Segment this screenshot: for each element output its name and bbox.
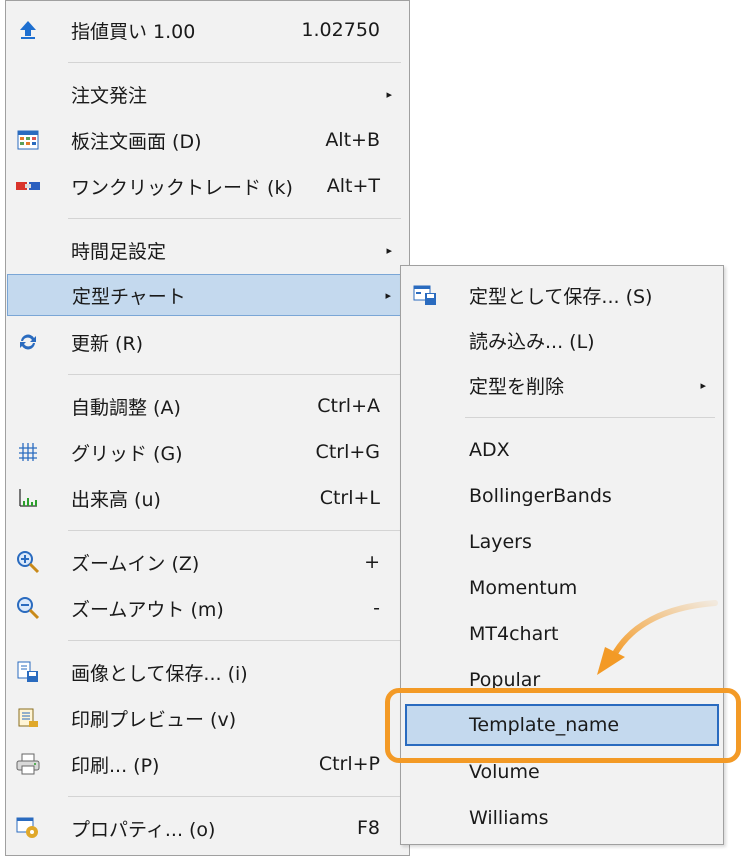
menu-item-shortcut: Ctrl+A [317,395,380,417]
submenu-item-label: Williams [469,807,549,829]
menu-item-shortcut: Ctrl+G [315,441,380,463]
submenu-item-save-template[interactable]: 定型として保存... (S) [402,274,722,316]
menu-item-save-as-picture[interactable]: 画像として保存... (i) [7,651,408,693]
menu-item-shortcut: Alt+B [325,129,380,151]
menu-item-print-preview[interactable]: 印刷プレビュー (v) [7,697,408,739]
menu-item-label: ズームアウト (m) [71,598,224,621]
menu-separator [68,530,401,531]
menu-item-label: 指値買い 1.00 [71,20,196,43]
menu-item-label: プロパティ... (o) [71,818,216,841]
submenu-item-label: 定型として保存... (S) [469,285,653,308]
save-template-icon [412,283,438,307]
callout-arrow-icon [597,600,718,675]
menu-item-shortcut: Alt+T [326,175,380,197]
order-board-icon [15,128,41,152]
submenu-arrow-icon: ▸ [386,87,392,101]
menu-item-label: 定型チャート [72,285,186,308]
menu-item-print[interactable]: 印刷... (P) Ctrl+P [7,743,408,785]
menu-item-label: 画像として保存... (i) [71,662,248,685]
menu-item-shortcut: 1.02750 [301,19,380,41]
menu-item-label: 更新 (R) [71,332,144,355]
submenu-arrow-icon: ▸ [386,243,392,257]
menu-item-one-click-trade[interactable]: ワンクリックトレード (k) Alt+T [7,165,408,207]
zoom-out-icon [15,596,41,620]
menu-item-grid[interactable]: グリッド (G) Ctrl+G [7,431,408,473]
menu-item-order-board[interactable]: 板注文画面 (D) Alt+B [7,119,408,161]
submenu-item-load-template[interactable]: 読み込み... (L) [402,319,722,361]
submenu-item-label: Layers [469,531,532,553]
menu-item-zoom-out[interactable]: ズームアウト (m) - [7,587,408,629]
menu-item-buy-limit[interactable]: 指値買い 1.00 1.02750 [7,9,408,51]
chart-context-menu: 指値買い 1.00 1.02750 注文発注 ▸ 板注文画面 (D) Alt+B… [5,0,410,856]
submenu-item-layers[interactable]: Layers [402,521,722,563]
menu-separator [68,374,401,375]
menu-item-refresh[interactable]: 更新 (R) [7,321,408,363]
menu-item-shortcut: F8 [356,817,380,839]
submenu-arrow-icon: ▸ [385,288,391,302]
menu-separator [68,640,401,641]
menu-item-label: 時間足設定 [71,240,167,263]
submenu-item-remove-template[interactable]: 定型を削除 ▸ [402,364,722,406]
menu-item-label: 自動調整 (A) [71,396,181,419]
menu-item-zoom-in[interactable]: ズームイン (Z) + [7,541,408,583]
arrow-up-icon [15,18,41,42]
properties-icon [15,816,41,840]
menu-item-label: ズームイン (Z) [71,552,200,575]
menu-separator [68,218,401,219]
print-icon [15,752,41,776]
menu-item-new-order[interactable]: 注文発注 ▸ [7,73,408,115]
submenu-item-label: Volume [469,761,540,783]
menu-item-label: 印刷プレビュー (v) [71,708,237,731]
one-click-trade-icon [15,174,41,198]
menu-item-label: グリッド (G) [71,442,183,465]
submenu-item-label: ADX [469,439,510,461]
submenu-item-label: 定型を削除 [469,375,565,398]
menu-item-shortcut: + [364,551,380,573]
menu-separator [68,796,401,797]
menu-item-shortcut: - [373,597,380,619]
save-image-icon [15,660,41,684]
volume-icon [15,486,41,510]
submenu-item-label: MT4chart [469,623,559,645]
submenu-item-label: 読み込み... (L) [469,330,595,353]
menu-item-label: 印刷... (P) [71,754,160,777]
menu-item-timeframe[interactable]: 時間足設定 ▸ [7,229,408,271]
refresh-icon [15,330,41,354]
menu-separator [68,62,401,63]
menu-separator [465,417,715,418]
grid-icon [15,440,41,464]
submenu-item-adx[interactable]: ADX [402,429,722,471]
submenu-item-williams[interactable]: Williams [402,797,722,839]
menu-item-templates[interactable]: 定型チャート ▸ [7,274,408,316]
submenu-item-label: Momentum [469,577,578,599]
print-preview-icon [15,706,41,730]
menu-item-properties[interactable]: プロパティ... (o) F8 [7,807,408,849]
menu-item-shortcut: Ctrl+L [319,487,380,509]
submenu-item-label: BollingerBands [469,485,612,507]
menu-item-label: ワンクリックトレード (k) [71,176,293,199]
submenu-item-bollingerbands[interactable]: BollingerBands [402,475,722,517]
highlight-callout-box [385,688,741,763]
menu-item-auto-scroll[interactable]: 自動調整 (A) Ctrl+A [7,385,408,427]
menu-item-shortcut: Ctrl+P [318,753,380,775]
menu-item-volumes[interactable]: 出来高 (u) Ctrl+L [7,477,408,519]
menu-item-label: 板注文画面 (D) [71,130,202,153]
menu-item-label: 注文発注 [71,84,148,107]
submenu-arrow-icon: ▸ [700,378,706,392]
menu-item-label: 出来高 (u) [71,488,161,511]
zoom-in-icon [15,550,41,574]
